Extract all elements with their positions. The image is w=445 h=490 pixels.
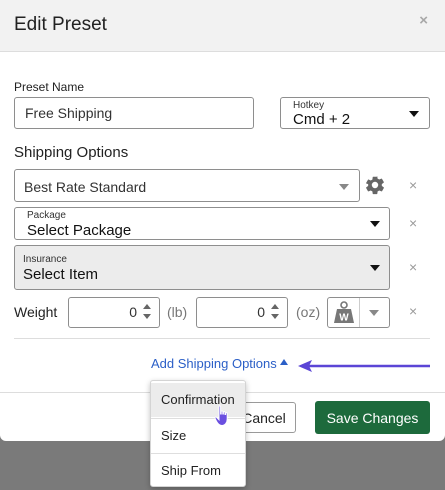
modal-title: Edit Preset — [14, 14, 107, 35]
caret-down-icon — [369, 310, 379, 316]
package-value: Select Package — [27, 222, 132, 239]
remove-insurance-icon[interactable]: × — [409, 259, 417, 275]
preset-name-label: Preset Name — [14, 80, 85, 94]
save-changes-button[interactable]: Save Changes — [315, 401, 430, 434]
scale-icon: W — [334, 301, 354, 324]
caret-down-icon — [143, 314, 151, 319]
weight-lb-value: 0 — [129, 304, 137, 320]
insurance-select[interactable]: Insurance Select Item — [14, 245, 390, 290]
scale-select[interactable]: W — [327, 297, 390, 328]
hotkey-value: Cmd + 2 — [293, 111, 351, 128]
caret-down-icon — [370, 221, 380, 227]
caret-up-icon — [280, 359, 288, 365]
preset-name-input[interactable] — [14, 97, 254, 129]
remove-package-icon[interactable]: × — [409, 215, 417, 231]
lb-unit-label: (lb) — [167, 304, 188, 320]
caret-up-icon — [271, 304, 279, 309]
gear-icon[interactable] — [364, 174, 386, 196]
close-icon[interactable]: × — [419, 12, 428, 29]
edit-preset-modal: Edit Preset × Preset Name Hotkey Cmd + 2… — [0, 0, 445, 441]
weight-oz-value: 0 — [257, 304, 265, 320]
arrow-left-icon — [298, 360, 430, 372]
oz-unit-label: (oz) — [296, 304, 321, 320]
caret-down-icon — [339, 184, 349, 190]
weight-lb-stepper[interactable] — [143, 304, 153, 320]
remove-weight-icon[interactable]: × — [409, 303, 417, 319]
hotkey-select[interactable]: Hotkey Cmd + 2 — [280, 97, 430, 129]
weight-oz-input[interactable]: 0 — [196, 297, 288, 328]
hotkey-label: Hotkey — [293, 100, 325, 111]
weight-oz-stepper[interactable] — [271, 304, 281, 320]
caret-down-icon — [370, 265, 380, 271]
package-select[interactable]: Package Select Package — [14, 207, 390, 240]
section-divider — [14, 338, 430, 339]
service-value: Best Rate Standard — [24, 179, 147, 195]
scale-button[interactable]: W — [328, 298, 360, 327]
caret-down-icon — [409, 111, 419, 117]
insurance-value: Select Item — [23, 266, 99, 283]
remove-service-icon[interactable]: × — [409, 177, 417, 193]
service-select[interactable]: Best Rate Standard — [14, 169, 360, 202]
weight-lb-input[interactable]: 0 — [68, 297, 160, 328]
scale-letter: W — [339, 313, 349, 324]
weight-label: Weight — [14, 304, 58, 320]
add-options-dropdown: Confirmation Size Ship From — [150, 380, 246, 487]
caret-down-icon — [271, 314, 279, 319]
insurance-label: Insurance — [23, 254, 67, 265]
package-label: Package — [27, 210, 66, 221]
caret-up-icon — [143, 304, 151, 309]
modal-header: Edit Preset × — [0, 0, 445, 52]
add-shipping-options-link[interactable]: Add Shipping Options — [151, 356, 277, 371]
pointer-hand-icon — [214, 405, 228, 427]
shipping-options-heading: Shipping Options — [14, 144, 129, 161]
dropdown-item-ship-from[interactable]: Ship From — [151, 454, 245, 488]
